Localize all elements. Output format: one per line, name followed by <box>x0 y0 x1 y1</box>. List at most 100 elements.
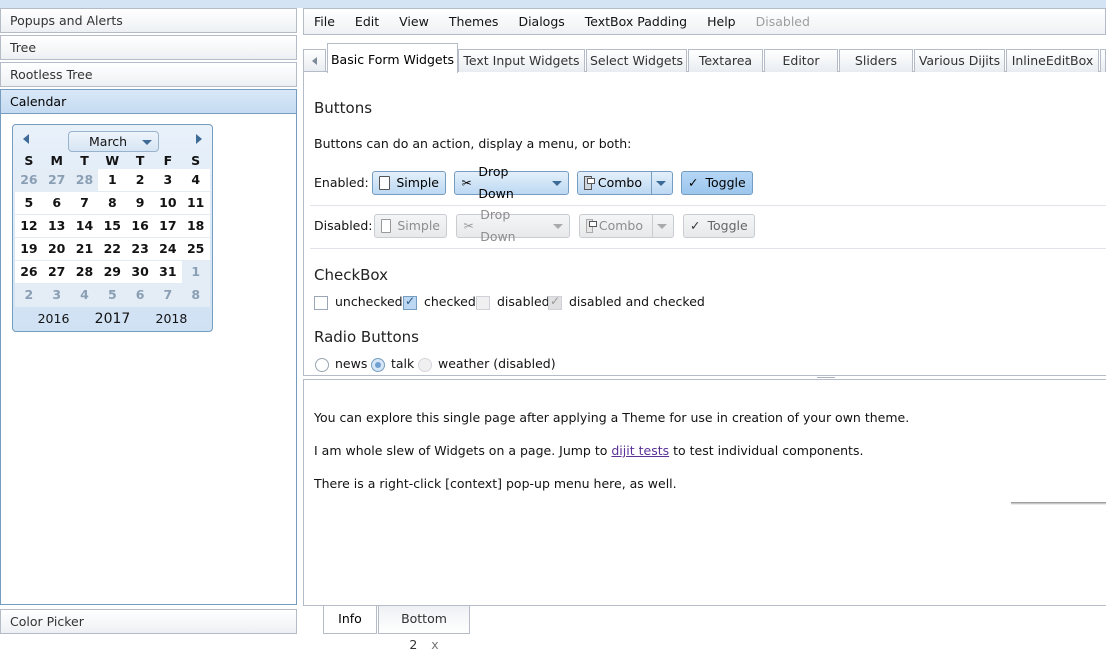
tab-bottom-2-label: Bottom 2 <box>401 611 447 652</box>
day-cell[interactable]: 4 <box>70 284 99 307</box>
tab-info[interactable]: Info <box>323 606 377 634</box>
day-cell[interactable]: 14 <box>70 215 99 238</box>
dropdown-button[interactable]: ✂ Drop Down <box>454 164 569 201</box>
day-cell[interactable]: 30 <box>126 261 154 284</box>
checkbox-unchecked[interactable] <box>314 296 328 310</box>
tab-editor[interactable]: Editor <box>764 49 838 72</box>
next-month-icon[interactable] <box>196 134 202 144</box>
day-cell[interactable]: 15 <box>98 215 127 238</box>
day-cell[interactable]: 21 <box>70 238 99 261</box>
dropdown-button-disabled: ✂ Drop Down <box>456 207 570 244</box>
save-icon <box>586 219 597 233</box>
accordion-popups-and-alerts[interactable]: Popups and Alerts <box>0 8 297 33</box>
day-cell[interactable]: 18 <box>181 215 210 238</box>
day-cell[interactable]: 5 <box>15 192 43 215</box>
menu-textbox-padding[interactable]: TextBox Padding <box>575 14 697 29</box>
day-cell[interactable]: 1 <box>98 169 127 192</box>
day-cell[interactable]: 25 <box>181 238 210 261</box>
day-cell[interactable]: 10 <box>153 192 182 215</box>
tab-select-widgets[interactable]: Select Widgets <box>586 49 687 72</box>
menu-file[interactable]: File <box>304 14 345 29</box>
radio-news-label: news <box>335 356 368 371</box>
simple-button[interactable]: Simple <box>372 171 446 195</box>
simple-button-disabled: Simple <box>374 214 447 238</box>
radio-news[interactable] <box>315 358 329 372</box>
day-cell[interactable]: 6 <box>42 192 71 215</box>
checkmark-icon: ✓ <box>688 175 699 190</box>
info-line-2-text-end: to test individual components. <box>673 443 864 458</box>
day-cell[interactable]: 23 <box>126 238 154 261</box>
day-cell[interactable]: 8 <box>181 284 210 307</box>
day-cell[interactable]: 6 <box>126 284 154 307</box>
dropdown-label: Drop Down <box>480 207 516 244</box>
month-dropdown[interactable]: March <box>68 131 159 152</box>
day-cell[interactable]: 28 <box>70 261 99 284</box>
day-cell[interactable]: 19 <box>15 238 43 261</box>
day-cell[interactable]: 2 <box>15 284 43 307</box>
day-cell[interactable]: 28 <box>70 169 99 192</box>
day-cell[interactable]: 11 <box>181 192 210 215</box>
day-cell[interactable]: 20 <box>42 238 71 261</box>
menu-dialogs[interactable]: Dialogs <box>508 14 574 29</box>
week-row: 2 3 4 5 6 7 8 <box>15 284 210 307</box>
previous-year[interactable]: 2016 <box>38 311 70 331</box>
day-cell[interactable]: 2 <box>126 169 154 192</box>
tab-bottom-2[interactable]: Bottom 2x <box>378 606 470 652</box>
day-cell[interactable]: 29 <box>98 261 127 284</box>
tab-various-dijits[interactable]: Various Dijits <box>914 49 1005 72</box>
week-row: 5 6 7 8 9 10 11 <box>15 192 210 215</box>
day-cell[interactable]: 7 <box>70 192 99 215</box>
day-cell[interactable]: 27 <box>42 169 71 192</box>
day-cell[interactable]: 5 <box>98 284 127 307</box>
tab-text-input-widgets[interactable]: Text Input Widgets <box>458 49 585 72</box>
scroll-left-icon[interactable] <box>303 49 326 72</box>
current-year: 2017 <box>94 311 131 327</box>
day-cell[interactable]: 22 <box>98 238 127 261</box>
day-cell[interactable]: 3 <box>153 169 182 192</box>
menu-edit[interactable]: Edit <box>345 14 389 29</box>
checkbox-checked-label: checked <box>424 294 476 309</box>
previous-month-icon[interactable] <box>23 134 29 144</box>
day-cell[interactable]: 31 <box>153 261 182 284</box>
tab-textarea[interactable]: Textarea <box>688 49 763 72</box>
accordion-rootless-tree[interactable]: Rootless Tree <box>0 62 297 87</box>
checkbox-checked[interactable] <box>403 294 417 310</box>
day-cell[interactable]: 13 <box>42 215 71 238</box>
menu-help[interactable]: Help <box>697 14 746 29</box>
day-cell[interactable]: 24 <box>153 238 182 261</box>
tab-sliders[interactable]: Sliders <box>839 49 913 72</box>
tab-basic-form-widgets[interactable]: Basic Form Widgets <box>327 43 458 73</box>
dijit-tests-link[interactable]: dijit tests <box>611 443 669 458</box>
checkbox-unchecked-label: unchecked <box>335 294 403 309</box>
calendar-grid: S M T W T F S 26 27 28 1 2 3 4 5 6 7 8 9… <box>15 153 210 307</box>
day-cell[interactable]: 26 <box>15 169 43 192</box>
day-cell[interactable]: 27 <box>42 261 71 284</box>
day-cell[interactable]: 7 <box>153 284 182 307</box>
toggle-button[interactable]: ✓ Toggle <box>681 171 753 195</box>
day-cell[interactable]: 1 <box>181 261 210 284</box>
day-cell[interactable]: 8 <box>98 192 127 215</box>
day-cell[interactable]: 3 <box>42 284 71 307</box>
chevron-down-icon[interactable] <box>656 180 666 186</box>
checkbox-disabled <box>476 296 490 310</box>
day-cell[interactable]: 4 <box>181 169 210 192</box>
next-year[interactable]: 2018 <box>156 311 188 331</box>
radio-talk[interactable] <box>371 358 385 372</box>
tab-inlineeditbox[interactable]: InlineEditBox <box>1006 49 1099 72</box>
chevron-down-icon <box>657 223 667 229</box>
accordion-calendar[interactable]: Calendar <box>0 89 297 114</box>
accordion-color-picker[interactable]: Color Picker <box>0 609 297 634</box>
day-cell[interactable]: 17 <box>153 215 182 238</box>
close-icon[interactable]: x <box>431 637 438 652</box>
day-cell[interactable]: 26 <box>15 261 43 284</box>
day-cell[interactable]: 9 <box>126 192 154 215</box>
menu-view[interactable]: View <box>389 14 439 29</box>
day-cell[interactable]: 16 <box>126 215 154 238</box>
checkbox-heading: CheckBox <box>314 266 389 284</box>
tab-overflow[interactable] <box>1100 49 1106 72</box>
combo-button[interactable]: Combo <box>577 171 673 195</box>
day-cell[interactable]: 12 <box>15 215 43 238</box>
accordion-tree[interactable]: Tree <box>0 35 297 60</box>
top-strip <box>0 0 1106 8</box>
menu-themes[interactable]: Themes <box>439 14 509 29</box>
